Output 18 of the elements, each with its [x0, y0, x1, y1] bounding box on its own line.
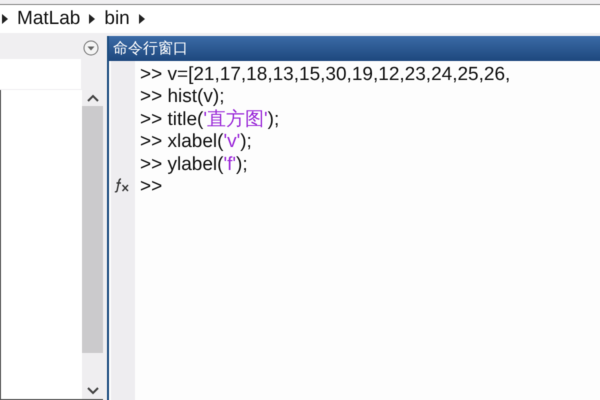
breadcrumb-item[interactable]: bin	[104, 8, 130, 30]
dropdown-icon[interactable]	[83, 40, 99, 56]
arrow-icon[interactable]	[2, 14, 8, 24]
chevron-down-icon[interactable]	[86, 387, 98, 395]
chevron-up-icon[interactable]	[86, 94, 98, 102]
scroll-thumb[interactable]	[82, 106, 103, 353]
arrow-icon[interactable]	[89, 14, 96, 24]
command-line: >> hist(v);	[140, 86, 226, 109]
command-line: >> xlabel('v');	[140, 131, 253, 154]
command-prompt[interactable]: >>	[140, 176, 600, 198]
scrollbar[interactable]	[82, 90, 103, 399]
command-line: >> ylabel('f');	[140, 154, 249, 176]
command-line: >> v=[21,17,18,13,15,30,19,12,23,24,25,26,	[140, 64, 512, 86]
breadcrumb-item[interactable]: MatLab	[17, 8, 80, 30]
search-field[interactable]	[0, 59, 81, 90]
arrow-icon[interactable]	[138, 14, 145, 24]
panel-title: 命令行窗口	[109, 36, 600, 61]
command-line: >> title('直方图');	[140, 108, 280, 132]
